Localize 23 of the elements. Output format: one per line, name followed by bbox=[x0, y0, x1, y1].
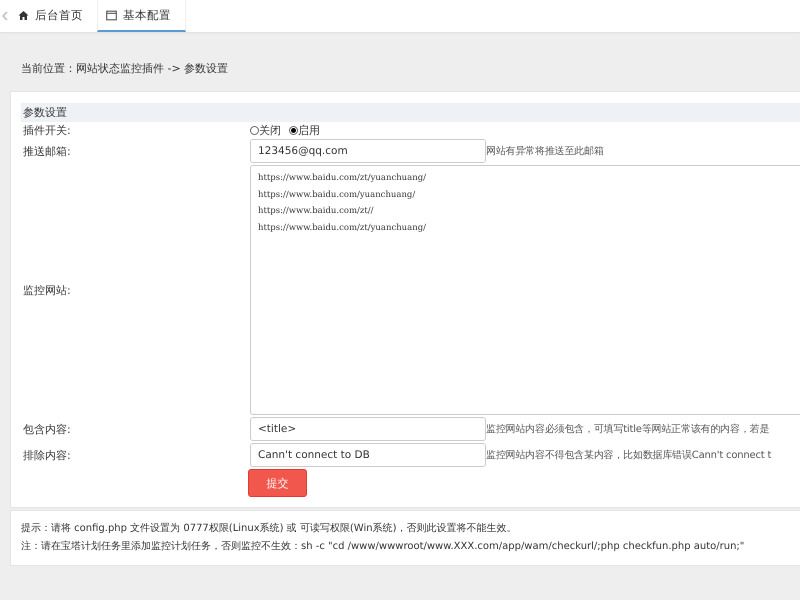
home-icon bbox=[18, 10, 29, 20]
input-field[interactable]: <title> bbox=[250, 417, 486, 441]
url-textarea[interactable]: https://www.baidu.com/zt/yuanchuang/ https://www.baidu.com/yuanchuang/ https://www.baidu.com/zt// https://www.baidu.com/zt/yuanchuang/ bbox=[250, 165, 800, 415]
radio-option[interactable]: 关闭 bbox=[250, 123, 281, 138]
field-label: 插件开关: bbox=[22, 123, 72, 138]
input-field[interactable]: 123456@qq.com bbox=[250, 139, 486, 163]
radio-option[interactable]: 启用 bbox=[289, 123, 320, 138]
note-text: 提示：请将 config.php 文件设置为 0777权限(Linux系统) 或 可读写权限(Win系统)，否则此设置将不能生效。 bbox=[21, 522, 518, 536]
tab[interactable]: 基本配置 bbox=[97, 0, 186, 32]
tab[interactable]: 后台首页 bbox=[10, 0, 97, 32]
field-label: 包含内容: bbox=[22, 422, 72, 436]
window-icon bbox=[106, 10, 117, 20]
field-hint: 监控网站内容不得包含某内容，比如数据库错误Cann't connect t bbox=[486, 448, 772, 462]
breadcrumb: 当前位置：网站状态监控插件 -> 参数设置 bbox=[20, 61, 230, 77]
note-text: 注：请在宝塔计划任务里添加监控计划任务，否则监控不生效：sh -c "cd /www/wwwroot/www.XXX.com/app/wam/checkurl/;php checkfun.php auto/run;" bbox=[21, 540, 746, 554]
field-hint: 监控网站内容必须包含，可填写title等网站正常该有的内容，若是 bbox=[486, 422, 770, 436]
field-label: 排除内容: bbox=[22, 448, 72, 462]
chevron-left-icon[interactable] bbox=[2, 11, 8, 21]
field-label: 监控网站: bbox=[22, 282, 72, 298]
field-label: 推送邮箱: bbox=[22, 144, 72, 158]
field-hint: 网站有异常将推送至此邮箱 bbox=[486, 144, 604, 158]
input-field[interactable]: Cann't connect to DB bbox=[250, 443, 486, 467]
section-title: 参数设置 bbox=[21, 103, 800, 122]
